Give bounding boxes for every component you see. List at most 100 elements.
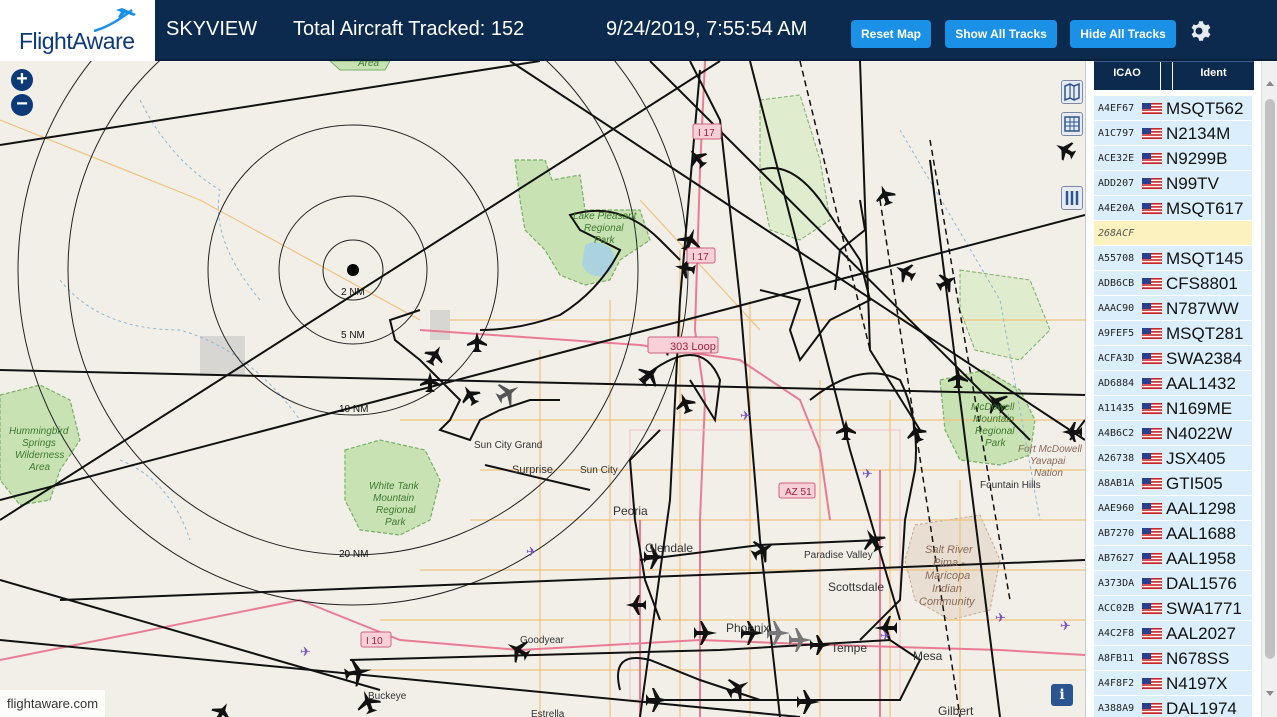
grid-toggle[interactable]: [1061, 112, 1083, 136]
label-surprise: Surprise: [512, 464, 553, 476]
table-row[interactable]: A9FEF5 MSQT281: [1094, 321, 1252, 346]
table-row[interactable]: AB7627 AAL1958: [1094, 546, 1252, 571]
label-fort-mcdowell-3: Nation: [1034, 468, 1063, 479]
scroll-up-arrow-icon[interactable]: [1266, 81, 1274, 86]
label-buckeye: Buckeye: [368, 691, 407, 702]
label-glendale: Glendale: [645, 541, 693, 555]
us-flag-icon: [1142, 128, 1162, 139]
table-row[interactable]: A1C797 N2134M: [1094, 121, 1252, 146]
table-row[interactable]: A8FB11 N678SS: [1094, 646, 1252, 671]
current-datetime: 9/24/2019, 7:55:54 AM: [606, 18, 808, 40]
row-ident: N4197X: [1166, 674, 1228, 693]
label-white-tank-2: Mountain: [373, 493, 415, 504]
table-row[interactable]: AAAC90 N787WW: [1094, 296, 1252, 321]
label-salt-river-3: Maricopa: [925, 570, 970, 582]
row-icao: ADB6CB: [1098, 278, 1135, 289]
flightaware-logo[interactable]: FlightAware: [0, 0, 158, 61]
label-fort-mcdowell-2: Yavapai: [1030, 456, 1066, 467]
row-icao: ACFA3D: [1098, 353, 1135, 364]
row-icao: A373DA: [1098, 578, 1135, 589]
grid-icon: [1064, 116, 1080, 132]
table-row[interactable]: AD6884 AAL1432: [1094, 371, 1252, 396]
park-areas: [0, 61, 1051, 621]
row-icao: 268ACF: [1098, 228, 1135, 239]
map-layer-toggle[interactable]: [1061, 80, 1083, 104]
row-ident: SWA1771: [1166, 599, 1242, 618]
row-ident: JSX405: [1166, 449, 1226, 468]
row-icao: AAE960: [1098, 503, 1135, 514]
row-icao: A4C2F8: [1098, 628, 1135, 639]
attribution-link[interactable]: flightaware.com: [0, 690, 106, 717]
label-fountain-hills: Fountain Hills: [980, 480, 1041, 491]
ring-label-20nm: 20 NM: [339, 549, 368, 560]
map-icon: [1064, 82, 1080, 102]
table-row[interactable]: A4E20A MSQT617: [1094, 196, 1252, 221]
skyview-app: FlightAware SKYVIEW Total Aircraft Track…: [0, 0, 1277, 717]
label-hummingbird-1: Hummingbird: [9, 426, 69, 437]
columns-toggle[interactable]: [1061, 186, 1083, 210]
zoom-out-button[interactable]: −: [11, 94, 33, 116]
info-button[interactable]: i: [1051, 684, 1073, 706]
table-row[interactable]: A11435 N169ME: [1094, 396, 1252, 421]
table-row[interactable]: A26738 JSX405: [1094, 446, 1252, 471]
scroll-thumb[interactable]: [1265, 99, 1275, 659]
label-white-tank-1: White Tank: [369, 481, 420, 492]
table-scrollbar[interactable]: [1261, 61, 1277, 717]
svg-text:✈: ✈: [740, 409, 751, 424]
label-scottsdale: Scottsdale: [828, 580, 884, 594]
hide-all-tracks-button[interactable]: Hide All Tracks: [1070, 20, 1176, 48]
table-row[interactable]: ADD207 N99TV: [1094, 171, 1252, 196]
us-flag-icon: [1142, 328, 1162, 339]
svg-text:✈: ✈: [995, 611, 1006, 626]
row-ident: N9299B: [1166, 149, 1228, 168]
table-row[interactable]: A4EF67 MSQT562: [1094, 96, 1252, 121]
label-lake-pleasant-2: Regional: [584, 223, 624, 234]
row-icao: AB7627: [1098, 553, 1135, 564]
column-header-icao[interactable]: ICAO: [1094, 62, 1161, 91]
columns-icon: [1065, 191, 1079, 205]
table-row[interactable]: A388A9 DAL1974: [1094, 696, 1252, 717]
table-row[interactable]: A373DA DAL1576: [1094, 571, 1252, 596]
ring-label-2nm: 2 NM: [341, 287, 365, 298]
table-row[interactable]: ACC02B SWA1771: [1094, 596, 1252, 621]
gear-icon[interactable]: [1187, 19, 1211, 43]
row-icao: A11435: [1098, 403, 1135, 414]
table-row[interactable]: A8AB1A GTI505: [1094, 471, 1252, 496]
aircraft-table-panel: ICAO Ident A4EF67 MSQT562 A1C797 N2134M ACE3…: [1085, 61, 1277, 717]
label-salt-river-5: Community: [919, 596, 976, 608]
table-row[interactable]: A55708 MSQT145: [1094, 246, 1252, 271]
row-ident: MSQT562: [1166, 99, 1244, 118]
row-ident: N99TV: [1166, 174, 1219, 193]
table-row[interactable]: AB7270 AAL1688: [1094, 521, 1252, 546]
us-flag-icon: [1142, 528, 1162, 539]
zoom-in-button[interactable]: +: [11, 69, 33, 91]
us-flag-icon: [1142, 103, 1162, 114]
table-row[interactable]: ACE32E N9299B: [1094, 146, 1252, 171]
us-flag-icon: [1142, 678, 1162, 689]
column-header-ident[interactable]: Ident: [1172, 62, 1254, 91]
us-flag-icon: [1142, 553, 1162, 564]
row-ident: N678SS: [1166, 649, 1230, 668]
scroll-down-arrow-icon[interactable]: [1266, 691, 1274, 696]
shield-i10: I 10: [366, 636, 383, 647]
row-icao: AB7270: [1098, 528, 1135, 539]
show-all-tracks-button[interactable]: Show All Tracks: [945, 20, 1057, 48]
us-flag-icon: [1142, 578, 1162, 589]
table-row[interactable]: A4F8F2 N4197X: [1094, 671, 1252, 696]
table-row[interactable]: ADB6CB CFS8801: [1094, 271, 1252, 296]
svg-text:✈: ✈: [526, 545, 537, 560]
label-sun-city: Sun City: [580, 465, 618, 476]
table-row[interactable]: A4C2F8 AAL2027: [1094, 621, 1252, 646]
table-row[interactable]: ACFA3D SWA2384: [1094, 346, 1252, 371]
label-peoria: Peoria: [613, 504, 648, 518]
table-row[interactable]: 268ACF: [1094, 221, 1252, 246]
receiver-location-icon[interactable]: [347, 264, 359, 276]
reset-map-button[interactable]: Reset Map: [851, 20, 931, 48]
table-row[interactable]: AAE960 AAL1298: [1094, 496, 1252, 521]
label-lake-pleasant-1: Lake Pleasant: [573, 211, 638, 222]
label-phoenix: Phoenix: [726, 621, 769, 635]
table-row[interactable]: A4B6C2 N4022W: [1094, 421, 1252, 446]
row-icao: ADD207: [1098, 178, 1135, 189]
map-canvas[interactable]: ✈ ✈ ✈ ✈ ✈ ✈ ✈ I 17 I 17 303 Loop AZ 51 I…: [0, 61, 1085, 717]
label-mcdowell-2: Mountain: [973, 414, 1015, 425]
